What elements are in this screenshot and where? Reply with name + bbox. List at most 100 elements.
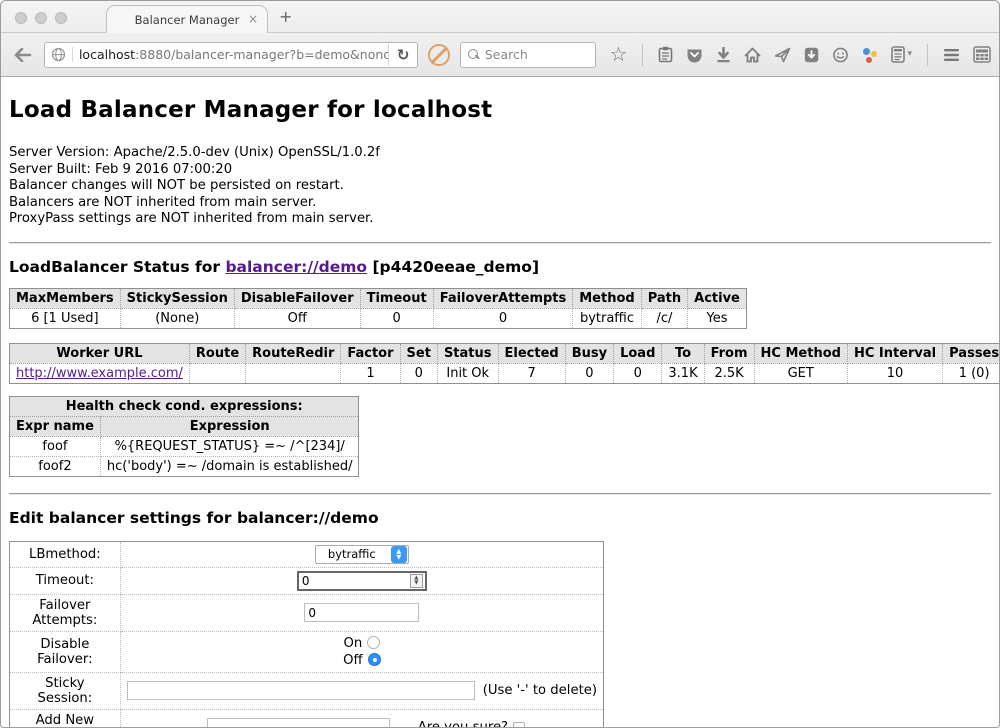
health-table-title: Health check cond. expressions: xyxy=(10,396,359,416)
balancer-demo-link[interactable]: balancer://demo xyxy=(225,258,367,276)
expr-value-foof: %{REQUEST_STATUS} =~ /^[234]/ xyxy=(100,436,359,456)
server-built: Server Built: Feb 9 2016 07:00:20 xyxy=(9,162,991,179)
clipboard-icon[interactable] xyxy=(658,46,673,63)
val-method: bytraffic xyxy=(573,308,641,328)
persist-note: Balancer changes will NOT be persisted o… xyxy=(9,178,991,195)
worker-url-link[interactable]: http://www.example.com/ xyxy=(16,366,183,381)
expr-name-foof2: foof2 xyxy=(10,456,101,476)
url-text[interactable]: localhost:8880/balancer-manager?b=demo&n… xyxy=(73,47,388,62)
menu-hamburger-icon[interactable] xyxy=(943,48,960,62)
val-path: /c/ xyxy=(641,308,687,328)
col-worker-url: Worker URL xyxy=(10,343,190,363)
search-icon xyxy=(468,49,479,60)
col-expr-name: Expr name xyxy=(10,416,101,436)
col-status: Status xyxy=(437,343,498,363)
save-to-pocket-icon[interactable] xyxy=(804,47,819,63)
minimize-window-button[interactable] xyxy=(35,12,47,24)
pocket-shield-icon[interactable] xyxy=(686,47,703,63)
col-path: Path xyxy=(641,288,687,308)
browser-window: Balancer Manager × + localhost:8880/bala… xyxy=(0,0,1000,728)
toolbar-separator xyxy=(927,44,928,66)
failover-attempts-input[interactable] xyxy=(304,603,419,622)
worker-table: Worker URL Route RouteRedir Factor Set S… xyxy=(9,343,999,384)
search-bar[interactable]: Search xyxy=(460,42,596,68)
status-heading-prefix: LoadBalancer Status for xyxy=(9,258,225,276)
zoom-window-button[interactable] xyxy=(55,12,67,24)
chevron-down-icon[interactable]: ▾ xyxy=(907,46,912,63)
reload-icon[interactable]: ↻ xyxy=(388,44,418,66)
back-button[interactable] xyxy=(9,42,38,68)
sticky-session-hint: (Use '-' to delete) xyxy=(475,683,597,698)
window-controls[interactable] xyxy=(15,12,67,24)
tab-close-icon[interactable]: × xyxy=(248,12,258,26)
new-tab-button[interactable]: + xyxy=(279,9,292,25)
failover-on-radio[interactable] xyxy=(367,636,380,649)
worker-header-row: Worker URL Route RouteRedir Factor Set S… xyxy=(10,343,1000,363)
are-you-sure-label: Are you sure? xyxy=(418,720,508,728)
col-set: Set xyxy=(400,343,437,363)
send-plane-icon[interactable] xyxy=(774,47,791,63)
col-from: From xyxy=(704,343,754,363)
health-title-row: Health check cond. expressions: xyxy=(10,396,359,416)
balancer-status-heading: LoadBalancer Status for balancer://demo … xyxy=(9,258,991,276)
expr-value-foof2: hc('body') =~ /domain is established/ xyxy=(100,456,359,476)
downloads-icon[interactable] xyxy=(716,47,731,63)
server-info: Server Version: Apache/2.5.0-dev (Unix) … xyxy=(9,145,991,228)
bookmark-star-icon[interactable]: ☆ xyxy=(610,46,628,63)
col-factor: Factor xyxy=(341,343,400,363)
val-set: 0 xyxy=(400,363,437,383)
section-divider xyxy=(9,493,991,495)
col-load: Load xyxy=(614,343,662,363)
val-active: Yes xyxy=(688,308,747,328)
home-icon[interactable] xyxy=(744,47,761,63)
val-passes: 1 (0) xyxy=(943,363,999,383)
grid-apps-icon[interactable] xyxy=(973,46,991,63)
expr-name-foof: foof xyxy=(10,436,101,456)
close-window-button[interactable] xyxy=(15,12,27,24)
health-header-row: Expr name Expression xyxy=(10,416,359,436)
number-spinner-icon[interactable]: ▲▼ xyxy=(410,574,423,588)
add-worker-label: Add New Worker: xyxy=(10,709,121,728)
add-worker-input[interactable] xyxy=(207,718,390,728)
feedback-smiley-icon[interactable] xyxy=(832,47,849,63)
val-hc-interval: 10 xyxy=(847,363,942,383)
col-routeredir: RouteRedir xyxy=(246,343,341,363)
col-expression: Expression xyxy=(100,416,359,436)
site-identity-globe-icon[interactable] xyxy=(45,47,73,62)
col-disablefailover: DisableFailover xyxy=(234,288,360,308)
failover-attempts-label: Failover Attempts: xyxy=(10,594,121,631)
back-arrow-icon xyxy=(14,48,32,62)
toolbar-separator xyxy=(642,44,643,66)
content-blocked-icon[interactable] xyxy=(428,44,449,66)
page-content: Load Balancer Manager for localhost Serv… xyxy=(1,77,999,728)
proxypass-note: ProxyPass settings are NOT inherited fro… xyxy=(9,211,991,228)
search-placeholder: Search xyxy=(485,47,528,62)
colored-dots-extension-icon[interactable] xyxy=(862,47,878,63)
col-timeout: Timeout xyxy=(360,288,433,308)
server-version: Server Version: Apache/2.5.0-dev (Unix) … xyxy=(9,145,991,162)
edit-balancer-form: LBmethod: bytraffic ▲▼ Timeout: 0 ▲▼ xyxy=(9,541,604,728)
col-hc-method: HC Method xyxy=(754,343,847,363)
balancer-status-table: MaxMembers StickySession DisableFailover… xyxy=(9,288,747,329)
timeout-input[interactable]: 0 ▲▼ xyxy=(297,571,427,591)
are-you-sure-checkbox[interactable] xyxy=(513,722,525,728)
val-busy: 0 xyxy=(565,363,613,383)
inherit-note: Balancers are NOT inherited from main se… xyxy=(9,195,991,212)
sticky-session-input[interactable] xyxy=(127,681,475,700)
url-bar[interactable]: localhost:8880/balancer-manager?b=demo&n… xyxy=(44,42,419,68)
col-method: Method xyxy=(573,288,641,308)
col-to: To xyxy=(662,343,704,363)
failover-off-radio[interactable] xyxy=(368,653,381,666)
sticky-session-row: Sticky Session: (Use '-' to delete) xyxy=(10,672,604,709)
lbmethod-row: LBmethod: bytraffic ▲▼ xyxy=(10,541,604,567)
sidebar-list-icon[interactable]: ▾ xyxy=(891,46,912,63)
lbmethod-select[interactable]: bytraffic ▲▼ xyxy=(315,545,409,564)
col-elected: Elected xyxy=(498,343,565,363)
tab-balancer-manager[interactable]: Balancer Manager × xyxy=(106,5,268,33)
radio-off-label: Off xyxy=(343,653,362,668)
val-failoverattempts: 0 xyxy=(433,308,573,328)
col-failoverattempts: FailoverAttempts xyxy=(433,288,573,308)
val-routeredir xyxy=(246,363,341,383)
radio-on-label: On xyxy=(343,636,362,651)
section-divider xyxy=(9,242,991,244)
